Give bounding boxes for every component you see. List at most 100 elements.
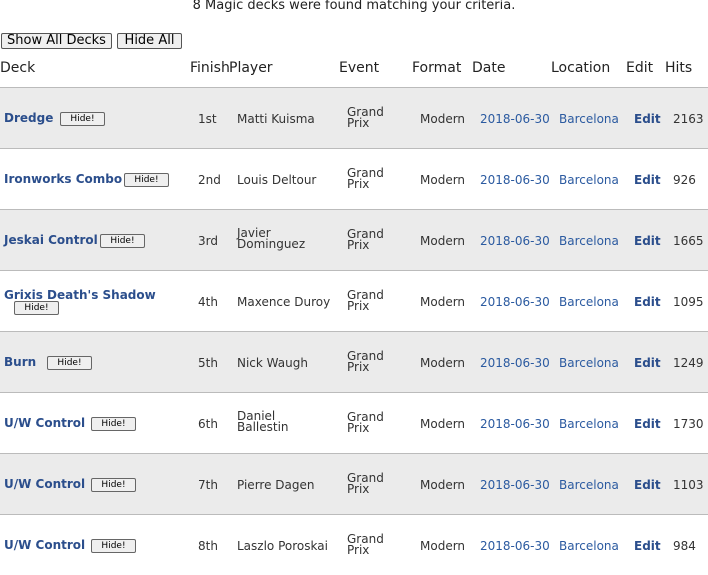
location-link[interactable]: Barcelona [559,173,619,187]
hide-deck-button[interactable]: Hide! [124,173,169,187]
date-link[interactable]: 2018-06-30 [480,173,550,187]
date-link[interactable]: 2018-06-30 [480,356,550,370]
edit-link[interactable]: Edit [634,173,661,187]
location-link[interactable]: Barcelona [559,417,619,431]
date-link[interactable]: 2018-06-30 [480,295,550,309]
hits-cell: 2163 [673,112,704,126]
location-link[interactable]: Barcelona [559,295,619,309]
event-line-2: Prix [347,421,370,435]
event-cell: Grand Prix [347,167,397,190]
show-all-decks-button[interactable]: Show All Decks [1,33,112,49]
deck-name-link[interactable]: Jeskai Control [4,233,98,247]
event-line-2: Prix [347,116,370,130]
table-row: U/W Control Hide! 7th Pierre Dagen Grand Prix… [0,453,708,514]
location-link[interactable]: Barcelona [559,539,619,553]
finish-cell: 1st [198,112,217,126]
table-row: Grixis Death's Shadow Hide! 4th Maxence Dur… [0,270,708,331]
format-cell: Modern [420,295,466,309]
hide-all-button[interactable]: Hide All [117,33,182,49]
player-cell: Nick Waugh [237,356,308,370]
table-row: U/W Control Hide! 6th Daniel Ballestin Grand… [0,392,708,453]
table-row: Jeskai Control Hide! 3rd Javier Dominguez Gr… [0,209,708,270]
finish-cell: 2nd [198,173,221,187]
edit-link[interactable]: Edit [634,234,661,248]
hide-deck-button[interactable]: Hide! [14,301,59,315]
column-header-player: Player [229,60,273,76]
edit-link[interactable]: Edit [634,356,661,370]
edit-link[interactable]: Edit [634,295,661,309]
player-cell: Matti Kuisma [237,112,315,126]
column-header-location: Location [551,60,611,76]
event-line-2: Prix [347,482,370,496]
date-link[interactable]: 2018-06-30 [480,539,550,553]
column-header-event: Event [339,60,380,76]
deck-name-link[interactable]: U/W Control [4,416,85,430]
hide-deck-button[interactable]: Hide! [91,539,136,553]
deck-name-link[interactable]: Dredge [4,111,53,125]
location-link[interactable]: Barcelona [559,356,619,370]
location-link[interactable]: Barcelona [559,234,619,248]
hide-deck-button[interactable]: Hide! [60,112,105,126]
format-cell: Modern [420,417,466,431]
format-cell: Modern [420,234,466,248]
player-cell: Pierre Dagen [237,478,315,492]
format-cell: Modern [420,356,466,370]
column-header-format: Format [412,60,462,76]
hide-deck-button[interactable]: Hide! [100,234,145,248]
player-cell: Louis Deltour [237,173,317,187]
finish-cell: 7th [198,478,218,492]
table-row: Dredge Hide! 1st Matti Kuisma Grand Prix Moder… [0,87,708,148]
player-cell: Laszlo Poroskai [237,539,328,553]
event-cell: Grand Prix [347,289,397,312]
finish-cell: 5th [198,356,218,370]
event-cell: Grand Prix [347,106,397,130]
edit-link[interactable]: Edit [634,539,661,553]
date-link[interactable]: 2018-06-30 [480,112,550,126]
location-link[interactable]: Barcelona [559,112,619,126]
hits-cell: 984 [673,539,696,553]
edit-link[interactable]: Edit [634,478,661,492]
edit-link[interactable]: Edit [634,417,661,431]
finish-cell: 8th [198,539,218,553]
column-header-date: Date [472,60,506,76]
finish-cell: 3rd [198,234,218,248]
hide-deck-button[interactable]: Hide! [47,356,92,370]
event-cell: Grand Prix [347,411,397,435]
deck-name-link[interactable]: Ironworks Combo [4,172,122,186]
format-cell: Modern [420,539,466,553]
format-cell: Modern [420,112,466,126]
format-cell: Modern [420,478,466,492]
deck-name-link[interactable]: Grixis Death's Shadow [4,288,156,302]
hide-deck-button[interactable]: Hide! [91,417,136,431]
column-header-edit: Edit [626,60,654,76]
format-cell: Modern [420,173,466,187]
finish-cell: 4th [198,295,218,309]
column-header-deck: Deck [0,60,36,76]
player-cell: Javier Dominguez [237,226,306,251]
deck-name-link[interactable]: Burn [4,355,36,369]
event-cell: Grand Prix [347,228,397,252]
player-cell: Daniel Ballestin [237,409,289,434]
hits-cell: 926 [673,173,696,187]
column-header-hits: Hits [665,60,693,76]
edit-link[interactable]: Edit [634,112,661,126]
table-row: Ironworks Combo Hide! 2nd Louis Deltour Gran… [0,148,708,209]
event-line-2: Prix [347,543,370,557]
event-line-2: Prix [347,360,370,374]
results-message: 8 Magic decks were found matching your c… [192,0,516,13]
hits-cell: 1103 [673,478,704,492]
finish-cell: 6th [198,417,218,431]
event-line-2: Prix [347,238,370,252]
deck-name-link[interactable]: U/W Control [4,477,85,491]
hits-cell: 1095 [673,295,704,309]
hits-cell: 1730 [673,417,704,431]
hide-deck-button[interactable]: Hide! [91,478,136,492]
date-link[interactable]: 2018-06-30 [480,417,550,431]
location-link[interactable]: Barcelona [559,478,619,492]
date-link[interactable]: 2018-06-30 [480,478,550,492]
hits-cell: 1249 [673,356,704,370]
hits-cell: 1665 [673,234,704,248]
date-link[interactable]: 2018-06-30 [480,234,550,248]
deck-name-link[interactable]: U/W Control [4,538,85,552]
player-cell: Maxence Duroy [237,295,331,309]
